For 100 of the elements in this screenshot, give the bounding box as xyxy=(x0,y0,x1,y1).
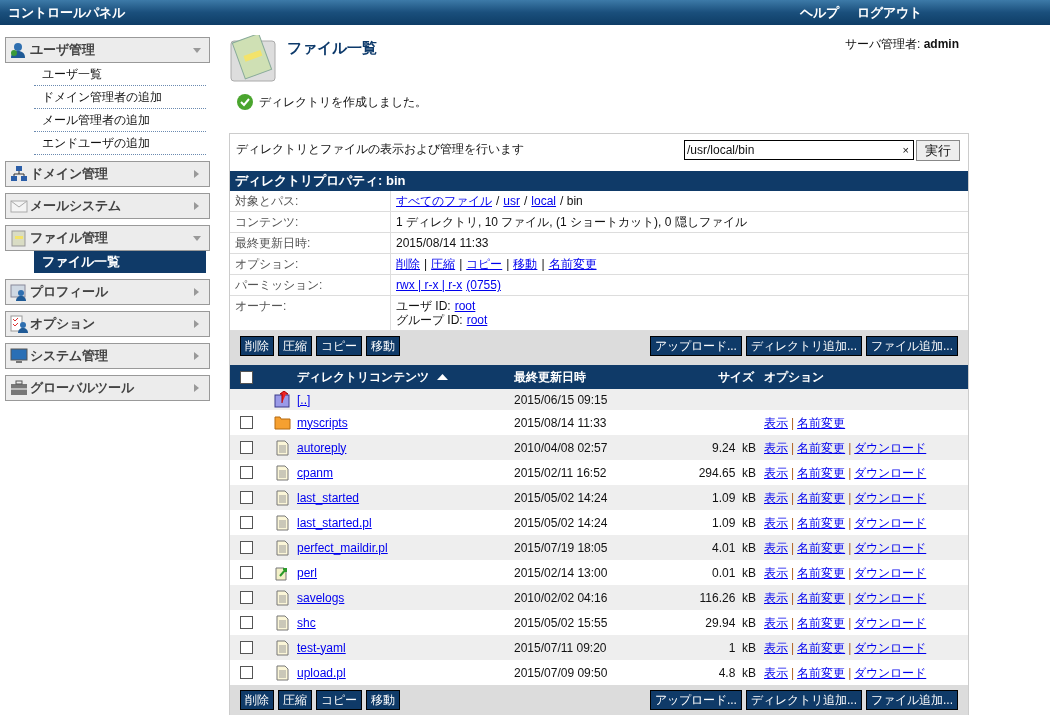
link[interactable]: usr xyxy=(503,194,520,208)
sidebar-item[interactable]: メール管理者の追加 xyxy=(34,109,206,132)
action-button[interactable]: 移動 xyxy=(366,690,400,710)
option-link[interactable]: 名前変更 xyxy=(797,663,846,682)
file-link[interactable]: last_started xyxy=(297,490,360,505)
link[interactable]: 名前変更 xyxy=(548,257,597,271)
option-link[interactable]: 表示 xyxy=(764,538,788,557)
option-link[interactable]: 名前変更 xyxy=(797,563,846,582)
option-link[interactable]: ダウンロード xyxy=(854,488,927,507)
checkbox[interactable] xyxy=(240,466,253,479)
link[interactable]: 圧縮 xyxy=(431,257,456,271)
link[interactable]: コピー xyxy=(466,257,503,271)
file-link[interactable]: perfect_maildir.pl xyxy=(297,540,388,555)
sidebar-section[interactable]: ユーザ管理 xyxy=(5,37,210,63)
option-link[interactable]: 表示 xyxy=(764,463,788,482)
sidebar-item[interactable]: ドメイン管理者の追加 xyxy=(34,86,206,109)
option-link[interactable]: 名前変更 xyxy=(797,463,846,482)
action-button[interactable]: アップロード... xyxy=(649,690,742,710)
option-link[interactable]: ダウンロード xyxy=(854,563,927,582)
option-link[interactable]: ダウンロード xyxy=(854,513,927,532)
option-link[interactable]: 表示 xyxy=(764,488,788,507)
sidebar-section[interactable]: オプション xyxy=(5,311,210,337)
sidebar-section[interactable]: システム管理 xyxy=(5,343,210,369)
go-button[interactable]: 実行 xyxy=(916,140,960,161)
option-link[interactable]: 表示 xyxy=(764,638,788,657)
link[interactable]: (0755) xyxy=(466,278,501,292)
option-link[interactable]: ダウンロード xyxy=(854,463,927,482)
link[interactable]: 削除 xyxy=(396,257,420,271)
file-link[interactable]: shc xyxy=(297,615,316,630)
option-link[interactable]: 表示 xyxy=(764,413,788,432)
option-link[interactable]: 表示 xyxy=(764,513,788,532)
checkbox[interactable] xyxy=(240,491,253,504)
sidebar-section[interactable]: ドメイン管理 xyxy=(5,161,210,187)
checkbox[interactable] xyxy=(240,541,253,554)
action-button[interactable]: 削除 xyxy=(240,336,274,356)
checkbox[interactable] xyxy=(240,666,253,679)
option-link[interactable]: 表示 xyxy=(764,563,788,582)
action-button[interactable]: ディレクトリ追加... xyxy=(745,336,862,356)
action-button[interactable]: ファイル追加... xyxy=(866,690,958,710)
sidebar-item[interactable]: エンドユーザの追加 xyxy=(34,132,206,155)
option-link[interactable]: 名前変更 xyxy=(797,488,846,507)
link[interactable]: root xyxy=(466,313,488,327)
file-link[interactable]: last_started.pl xyxy=(297,515,372,530)
option-link[interactable]: 名前変更 xyxy=(797,538,846,557)
checkbox[interactable] xyxy=(240,566,253,579)
option-link[interactable]: 表示 xyxy=(764,438,788,457)
option-link[interactable]: 名前変更 xyxy=(797,438,846,457)
option-link[interactable]: ダウンロード xyxy=(854,588,927,607)
option-link[interactable]: 名前変更 xyxy=(797,588,846,607)
sidebar-item[interactable]: ユーザ一覧 xyxy=(34,63,206,86)
sidebar-item[interactable]: ファイル一覧 xyxy=(34,251,206,273)
sidebar-section[interactable]: メールシステム xyxy=(5,193,210,219)
option-link[interactable]: 名前変更 xyxy=(797,638,846,657)
checkbox[interactable] xyxy=(240,616,253,629)
checkbox[interactable] xyxy=(240,441,253,454)
file-link[interactable]: test-yaml xyxy=(297,640,346,655)
link[interactable]: local xyxy=(531,194,557,208)
sidebar-section[interactable]: グローバルツール xyxy=(5,375,210,401)
header-link[interactable]: ログアウト xyxy=(857,2,922,23)
column-header[interactable]: サイズ xyxy=(718,370,754,384)
checkbox[interactable] xyxy=(240,641,253,654)
column-header[interactable]: オプション xyxy=(764,368,824,386)
file-link[interactable]: autoreply xyxy=(297,440,347,455)
column-header[interactable]: 最終更新日時 xyxy=(514,368,634,386)
action-button[interactable]: 圧縮 xyxy=(278,336,312,356)
action-button[interactable]: ディレクトリ追加... xyxy=(745,690,862,710)
checkbox[interactable] xyxy=(240,370,253,384)
link[interactable]: root xyxy=(454,299,476,313)
file-link[interactable]: savelogs xyxy=(297,590,345,605)
option-link[interactable]: 名前変更 xyxy=(797,513,846,532)
link[interactable]: すべてのファイル xyxy=(396,194,492,208)
option-link[interactable]: 表示 xyxy=(764,588,788,607)
option-link[interactable]: ダウンロード xyxy=(854,538,927,557)
option-link[interactable]: ダウンロード xyxy=(854,638,927,657)
file-link[interactable]: myscripts xyxy=(297,415,348,430)
checkbox[interactable] xyxy=(240,516,253,529)
option-link[interactable]: 表示 xyxy=(764,663,788,682)
action-button[interactable]: コピー xyxy=(316,690,362,710)
path-field[interactable]: /usr/local/bin × xyxy=(684,140,914,160)
file-link[interactable]: perl xyxy=(297,565,317,580)
action-button[interactable]: 移動 xyxy=(366,336,400,356)
column-header[interactable]: ディレクトリコンテンツ xyxy=(297,368,429,386)
option-link[interactable]: ダウンロード xyxy=(854,438,927,457)
option-link[interactable]: 名前変更 xyxy=(797,413,846,432)
option-link[interactable]: 名前変更 xyxy=(797,613,846,632)
clear-button[interactable]: × xyxy=(900,141,911,159)
action-button[interactable]: 削除 xyxy=(240,690,274,710)
sidebar-section[interactable]: プロフィール xyxy=(5,279,210,305)
header-link[interactable]: ヘルプ xyxy=(800,2,839,23)
action-button[interactable]: 圧縮 xyxy=(278,690,312,710)
option-link[interactable]: ダウンロード xyxy=(854,613,927,632)
option-link[interactable]: 表示 xyxy=(764,613,788,632)
file-link[interactable]: cpanm xyxy=(297,465,334,480)
action-button[interactable]: アップロード... xyxy=(649,336,742,356)
file-link[interactable]: upload.pl xyxy=(297,665,346,680)
file-link[interactable]: [..] xyxy=(297,392,311,407)
checkbox[interactable] xyxy=(240,591,253,604)
sidebar-section[interactable]: ファイル管理 xyxy=(5,225,210,251)
link[interactable]: rwx | r-x | r-x xyxy=(396,278,463,292)
action-button[interactable]: コピー xyxy=(316,336,362,356)
